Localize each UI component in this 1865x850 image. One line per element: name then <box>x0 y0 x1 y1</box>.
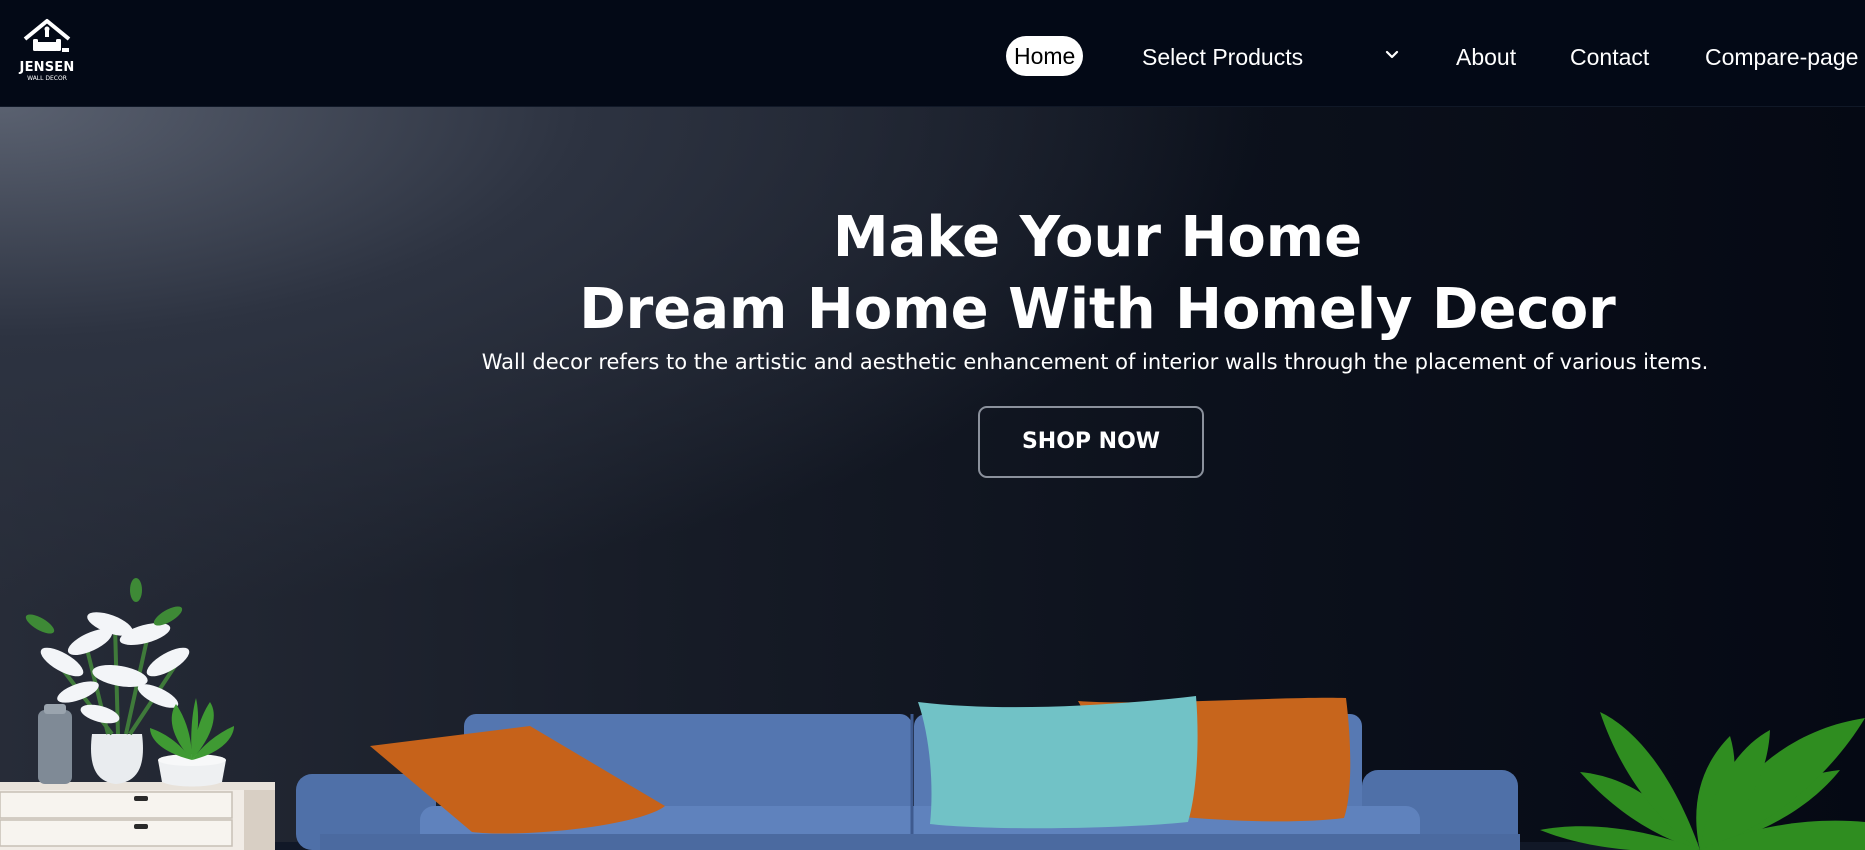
logo[interactable]: JENSEN WALL DECOR <box>14 18 80 84</box>
nav-home-link[interactable]: Home <box>1006 36 1084 76</box>
hero-description: Wall decor refers to the artistic and ae… <box>481 350 1709 374</box>
right-plant <box>1540 712 1865 850</box>
nav-about-link[interactable]: About <box>1456 38 1516 76</box>
logo-name: JENSEN <box>19 60 75 75</box>
nav-select-products-link[interactable]: Select Products <box>1142 38 1303 76</box>
logo-subtitle: WALL DECOR <box>27 75 67 82</box>
hero-title: Make Your Home Dream Home With Homely De… <box>0 202 1865 346</box>
shop-now-button[interactable]: SHOP NOW <box>978 406 1204 478</box>
lily-vase <box>25 578 190 784</box>
nav-compare-page-link[interactable]: Compare-page <box>1705 38 1858 76</box>
hero-title-line1: Make Your Home <box>832 205 1363 270</box>
page: JENSEN WALL DECOR Home Select Products A… <box>0 0 1865 850</box>
side-table <box>0 782 275 850</box>
hero-banner: Make Your Home Dream Home With Homely De… <box>0 106 1865 850</box>
succulent-pot <box>150 698 234 787</box>
nav-contact-link[interactable]: Contact <box>1570 38 1649 76</box>
chevron-down-icon[interactable] <box>1383 46 1401 64</box>
navbar: JENSEN WALL DECOR Home Select Products A… <box>0 0 1865 107</box>
house-furniture-icon <box>23 19 71 52</box>
hero-title-line2: Dream Home With Homely Decor <box>579 277 1616 342</box>
